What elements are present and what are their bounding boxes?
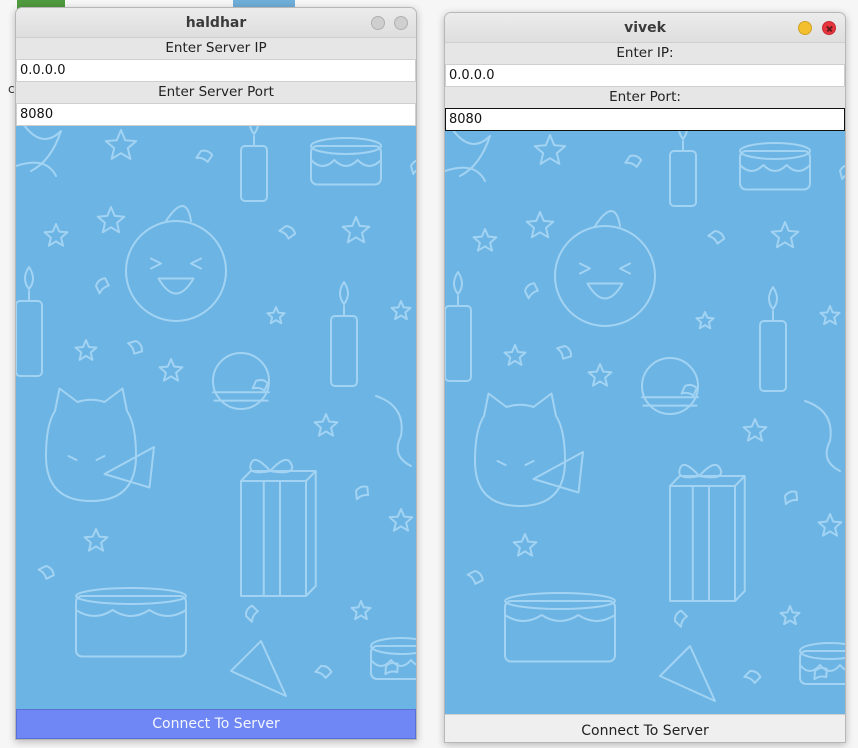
title-bar[interactable]: haldhar — [16, 8, 416, 38]
server-ip-input[interactable] — [16, 59, 416, 82]
server-port-input[interactable] — [16, 103, 416, 126]
window-title: vivek — [624, 20, 666, 36]
server-port-label: Enter Server Port — [16, 82, 416, 103]
desktop-text-fragment: c — [8, 82, 15, 96]
close-icon[interactable] — [822, 21, 836, 35]
close-icon[interactable] — [394, 16, 408, 30]
connect-to-server-button[interactable]: Connect To Server — [16, 709, 416, 739]
minimize-icon[interactable] — [798, 21, 812, 35]
ip-label: Enter IP: — [445, 43, 845, 64]
client-window-haldhar[interactable]: haldhar Enter Server IP Enter Server Por… — [15, 7, 417, 740]
party-doodle-background — [16, 126, 416, 709]
server-ip-label: Enter Server IP — [16, 38, 416, 59]
party-doodle-background — [445, 131, 845, 714]
title-bar[interactable]: vivek — [445, 13, 845, 43]
port-input[interactable] — [445, 108, 845, 131]
client-window-vivek[interactable]: vivek Enter IP: Enter Port: Connect To S… — [444, 12, 846, 743]
ip-input[interactable] — [445, 64, 845, 87]
connect-to-server-button[interactable]: Connect To Server — [445, 714, 845, 742]
port-label: Enter Port: — [445, 87, 845, 108]
minimize-icon[interactable] — [371, 16, 385, 30]
window-title: haldhar — [185, 15, 247, 31]
